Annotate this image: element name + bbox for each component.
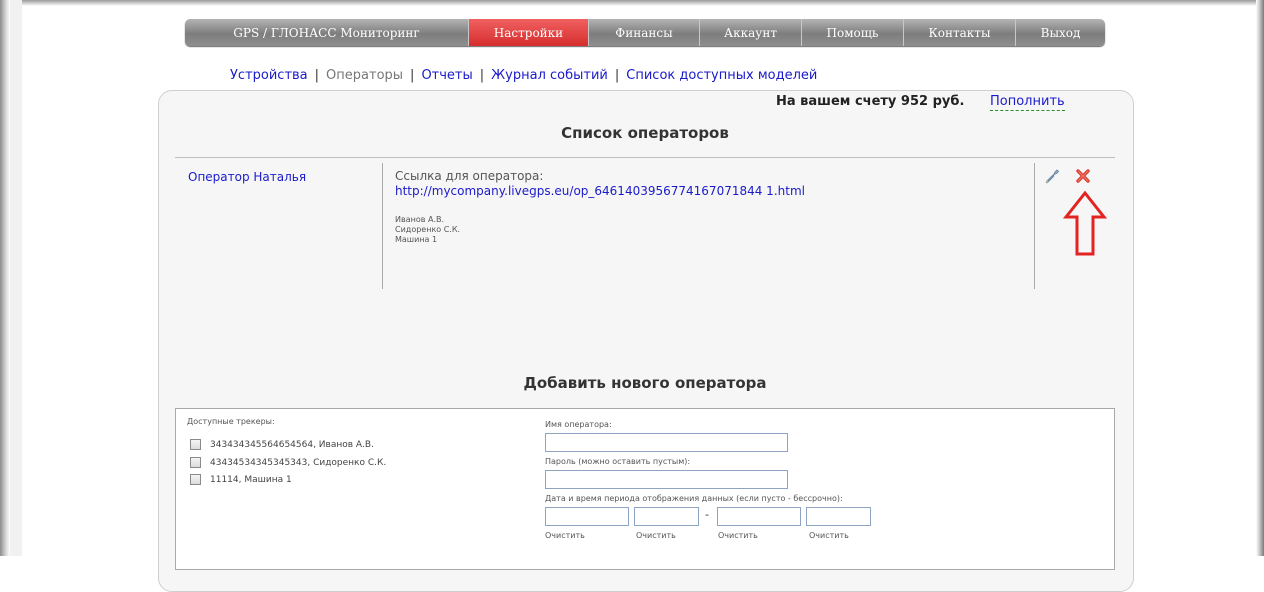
add-operator-title: Добавить нового оператора — [523, 374, 767, 392]
assigned-tracker: Иванов А.В. — [395, 215, 445, 224]
subnav-event-log[interactable]: Журнал событий — [491, 68, 608, 83]
subnav-operators[interactable]: Операторы — [326, 68, 403, 83]
window-shadow-right — [1256, 0, 1264, 556]
window-shadow-left — [0, 0, 10, 556]
nav-item-help[interactable]: Помощь — [802, 19, 904, 46]
subnav-separator: | — [479, 68, 485, 83]
period-start-date-input[interactable] — [545, 507, 629, 526]
nav-item-logout[interactable]: Выход — [1016, 19, 1105, 46]
period-start-time-input[interactable] — [634, 507, 699, 526]
divider — [175, 157, 1115, 158]
clear-end-date-button[interactable]: Очистить — [718, 531, 758, 540]
window-border-left — [10, 0, 22, 556]
available-trackers-label: Доступные трекеры: — [187, 417, 275, 426]
top-navigation: GPS / ГЛОНАСС Мониторинг Настройки Финан… — [185, 19, 1105, 46]
clear-start-date-button[interactable]: Очистить — [545, 531, 585, 540]
column-divider — [1034, 163, 1035, 289]
nav-item-home[interactable]: GPS / ГЛОНАСС Мониторинг — [185, 19, 469, 46]
subnav-separator: | — [314, 68, 320, 83]
password-label: Пароль (можно оставить пустым): — [545, 457, 691, 466]
column-divider — [382, 163, 383, 289]
nav-item-finance[interactable]: Финансы — [589, 19, 700, 46]
operator-link-label: Ссылка для оператора: — [395, 169, 544, 183]
operators-list-title: Список операторов — [561, 124, 729, 142]
clear-end-time-button[interactable]: Очистить — [809, 531, 849, 540]
nav-item-settings[interactable]: Настройки — [469, 19, 589, 46]
operator-link-url[interactable]: http://mycompany.livegps.eu/op_646140395… — [395, 184, 805, 198]
operator-assigned-trackers: Иванов А.В. Сидоренко С.К. Машина 1 — [395, 215, 460, 245]
nav-item-account[interactable]: Аккаунт — [700, 19, 802, 46]
nav-item-contacts[interactable]: Контакты — [904, 19, 1016, 46]
window-shadow-top — [0, 0, 1264, 6]
period-end-time-input[interactable] — [806, 507, 871, 526]
period-label: Дата и время периода отображения данных … — [545, 494, 843, 503]
tracker-option[interactable]: 343434345564654564, Иванов А.В. — [190, 439, 374, 450]
operator-name-label: Имя оператора: — [545, 420, 612, 429]
tracker-option[interactable]: 11114, Машина 1 — [190, 474, 292, 485]
tracker-checkbox[interactable] — [190, 439, 201, 450]
subnav-devices[interactable]: Устройства — [230, 68, 308, 83]
tracker-option[interactable]: 43434534345345343, Сидоренко С.К. — [190, 457, 386, 468]
period-separator: - — [705, 508, 709, 521]
operator-name-input[interactable] — [545, 433, 788, 452]
sub-navigation: Устройства | Операторы | Отчеты | Журнал событ… — [230, 68, 817, 83]
subnav-separator: | — [410, 68, 415, 83]
subnav-reports[interactable]: Отчеты — [421, 68, 472, 83]
subnav-separator: | — [614, 68, 620, 83]
period-end-date-input[interactable] — [717, 507, 801, 526]
tracker-checkbox[interactable] — [190, 474, 201, 485]
operator-name-link[interactable]: Оператор Наталья — [188, 170, 306, 184]
assigned-tracker: Сидоренко С.К. — [395, 225, 461, 234]
tracker-label: 11114, Машина 1 — [210, 474, 292, 485]
wrench-icon[interactable] — [1044, 168, 1060, 184]
arrow-up-icon — [1062, 190, 1108, 256]
account-balance: На вашем счету 952 руб. — [776, 94, 965, 109]
tracker-checkbox[interactable] — [190, 457, 201, 468]
clear-start-time-button[interactable]: Очистить — [636, 531, 676, 540]
close-icon[interactable] — [1075, 168, 1091, 184]
assigned-tracker: Машина 1 — [395, 235, 438, 244]
password-input[interactable] — [545, 470, 788, 489]
tracker-label: 343434345564654564, Иванов А.В. — [210, 439, 374, 450]
subnav-models-list[interactable]: Список доступных моделей — [626, 68, 817, 83]
topup-link[interactable]: Пополнить — [990, 94, 1065, 111]
tracker-label: 43434534345345343, Сидоренко С.К. — [210, 457, 387, 468]
